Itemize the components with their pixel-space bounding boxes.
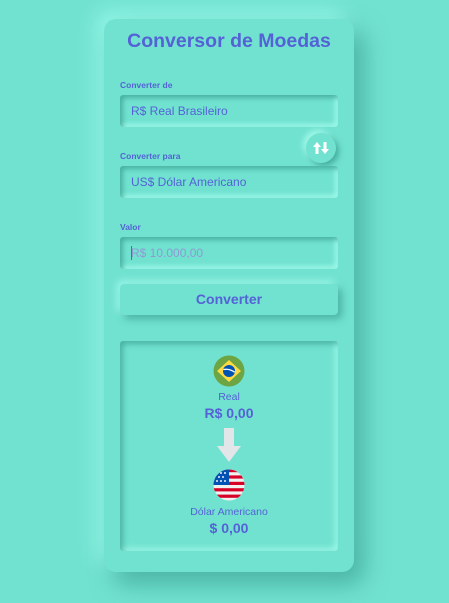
target-currency-name: Dólar Americano xyxy=(190,506,268,518)
brazil-flag-icon xyxy=(213,355,245,387)
convert-button[interactable]: Converter xyxy=(120,284,338,315)
from-label: Converter de xyxy=(120,80,173,90)
source-currency-name: Real xyxy=(218,391,240,403)
target-currency-value: $ 0,00 xyxy=(209,520,249,536)
source-currency-value: R$ 0,00 xyxy=(204,405,254,421)
to-label: Converter para xyxy=(120,151,181,161)
amount-placeholder: R$ 10.000,00 xyxy=(131,246,204,260)
from-currency-value: R$ Real Brasileiro xyxy=(131,104,228,118)
swap-button[interactable] xyxy=(306,133,336,163)
amount-label: Valor xyxy=(120,222,141,232)
result-panel: Real R$ 0,00 Dólar Americano $ 0,00 xyxy=(120,341,338,551)
amount-input[interactable]: R$ 10.000,00 xyxy=(120,237,338,269)
usa-flag-icon xyxy=(213,469,245,501)
swap-vertical-icon xyxy=(313,142,329,154)
to-currency-value: US$ Dólar Americano xyxy=(131,175,247,189)
from-currency-select[interactable]: R$ Real Brasileiro xyxy=(120,95,338,127)
arrow-down-icon xyxy=(217,428,241,462)
page-title: Conversor de Moedas xyxy=(127,30,331,52)
to-currency-select[interactable]: US$ Dólar Americano xyxy=(120,166,338,198)
converter-card: Conversor de Moedas Converter de R$ Real… xyxy=(104,19,354,572)
